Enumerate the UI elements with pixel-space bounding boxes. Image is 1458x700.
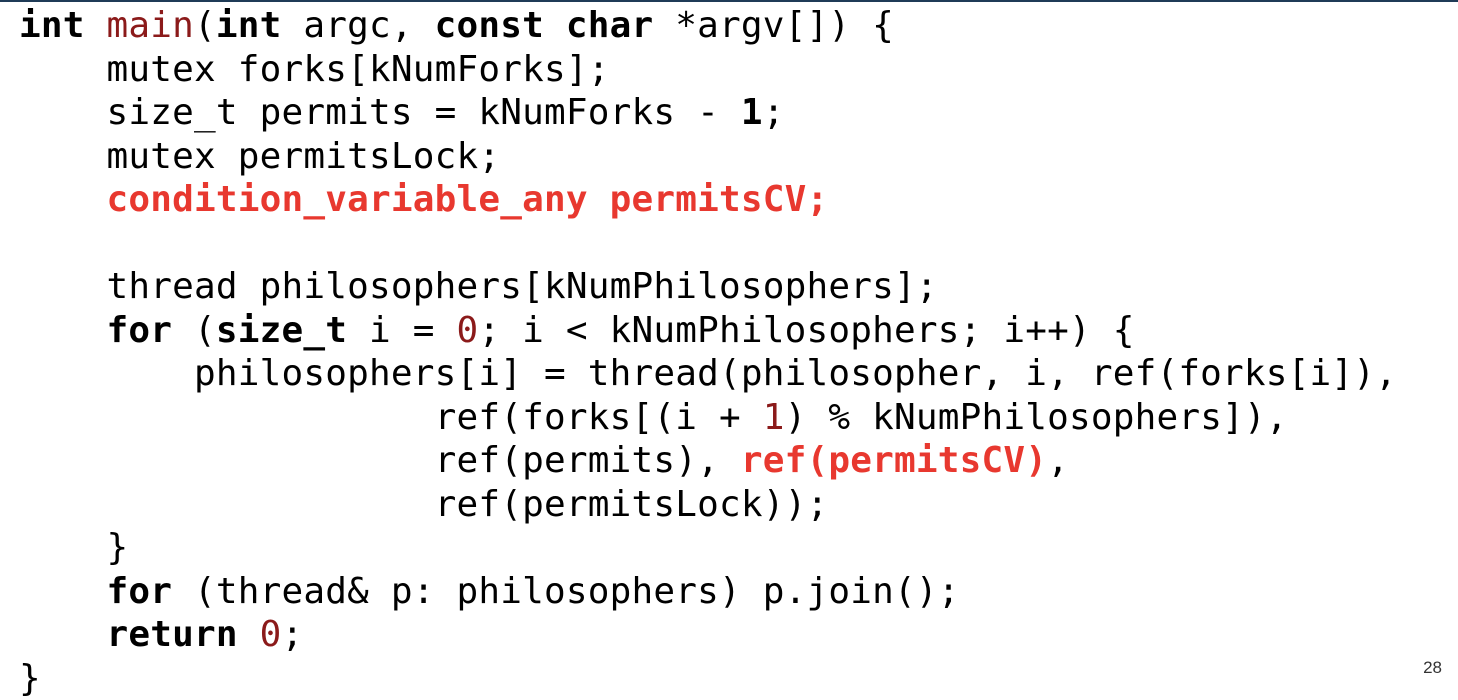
code-keyword: for bbox=[107, 571, 173, 612]
code-text: size_t permits = kNumForks - bbox=[19, 92, 741, 133]
code-text: mutex permitsLock; bbox=[19, 136, 500, 177]
code-line: ref(permitsLock)); bbox=[19, 483, 1397, 527]
code-text: (thread& p: philosophers) p.join(); bbox=[172, 571, 959, 612]
code-text: ) % kNumPhilosophers]), bbox=[785, 397, 1288, 438]
code-text: ( bbox=[172, 310, 216, 351]
code-line: ref(permits), ref(permitsCV), bbox=[19, 439, 1397, 483]
code-text: ref(permits), bbox=[19, 440, 741, 481]
code-keyword: return bbox=[107, 614, 238, 655]
code-keyword: int bbox=[19, 5, 85, 46]
code-line: int main(int argc, const char *argv[]) { bbox=[19, 4, 1397, 48]
code-number: 1 bbox=[763, 397, 785, 438]
code-highlight: ref(permitsCV) bbox=[741, 440, 1047, 481]
code-line: ​ bbox=[19, 222, 1397, 266]
code-text bbox=[19, 614, 107, 655]
code-block: int main(int argc, const char *argv[]) {… bbox=[19, 4, 1397, 700]
code-line: mutex permitsLock; bbox=[19, 135, 1397, 179]
code-text: ; i < kNumPhilosophers; i++) { bbox=[478, 310, 1134, 351]
code-keyword: int bbox=[216, 5, 282, 46]
code-line: mutex forks[kNumForks]; bbox=[19, 48, 1397, 92]
code-text bbox=[544, 5, 566, 46]
code-line: for (thread& p: philosophers) p.join(); bbox=[19, 570, 1397, 614]
code-number: 0 bbox=[260, 614, 282, 655]
code-text: ref(forks[(i + bbox=[19, 397, 763, 438]
code-line: for (size_t i = 0; i < kNumPhilosophers;… bbox=[19, 309, 1397, 353]
code-text: philosophers[i] = thread(philosopher, i,… bbox=[19, 353, 1397, 394]
code-number: 0 bbox=[457, 310, 479, 351]
code-highlight: condition_variable_any permitsCV; bbox=[107, 179, 829, 220]
code-text: , bbox=[1047, 440, 1069, 481]
code-line: condition_variable_any permitsCV; bbox=[19, 178, 1397, 222]
code-text bbox=[19, 571, 107, 612]
top-rule bbox=[0, 0, 1458, 2]
page-number: 28 bbox=[1423, 658, 1442, 678]
code-line: } bbox=[19, 657, 1397, 700]
code-keyword: char bbox=[566, 5, 654, 46]
code-text: argc, bbox=[282, 5, 435, 46]
code-keyword: 1 bbox=[741, 92, 763, 133]
code-text bbox=[19, 310, 107, 351]
code-text bbox=[238, 614, 260, 655]
code-function-name: main bbox=[107, 5, 195, 46]
code-text: i = bbox=[347, 310, 456, 351]
code-line: } bbox=[19, 526, 1397, 570]
code-text: thread philosophers[kNumPhilosophers]; bbox=[19, 266, 938, 307]
code-text bbox=[85, 5, 107, 46]
code-keyword: for bbox=[107, 310, 173, 351]
code-text: ; bbox=[763, 92, 785, 133]
code-text: } bbox=[19, 527, 128, 568]
code-line: return 0; bbox=[19, 613, 1397, 657]
code-text: ( bbox=[194, 5, 216, 46]
code-text bbox=[19, 179, 107, 220]
code-line: ref(forks[(i + 1) % kNumPhilosophers]), bbox=[19, 396, 1397, 440]
code-text: } bbox=[19, 658, 41, 699]
code-keyword: size_t bbox=[216, 310, 347, 351]
code-line: philosophers[i] = thread(philosopher, i,… bbox=[19, 352, 1397, 396]
code-text: mutex forks[kNumForks]; bbox=[19, 49, 610, 90]
code-text: ; bbox=[282, 614, 304, 655]
code-line: size_t permits = kNumForks - 1; bbox=[19, 91, 1397, 135]
code-line: thread philosophers[kNumPhilosophers]; bbox=[19, 265, 1397, 309]
code-text: *argv[]) { bbox=[653, 5, 894, 46]
code-keyword: const bbox=[435, 5, 544, 46]
code-text: ref(permitsLock)); bbox=[19, 484, 828, 525]
